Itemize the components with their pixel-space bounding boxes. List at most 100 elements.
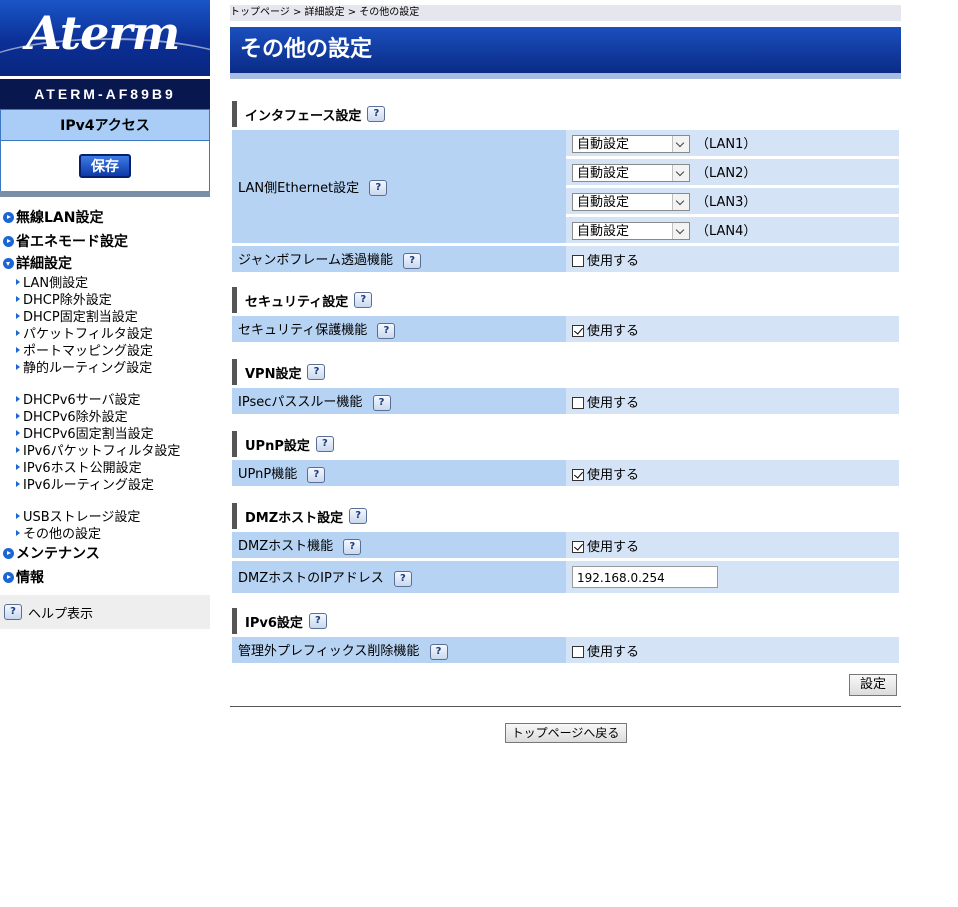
nav-info[interactable]: 情報 [0,565,210,589]
help-toggle[interactable]: ? ヘルプ表示 [0,595,210,629]
sidebar: Aterm ATERM-AF89B9 IPv4アクセス 保存 無線LAN設定 省… [0,0,210,629]
security-protect-checkbox[interactable] [572,325,584,337]
help-icon[interactable]: ? [403,252,422,269]
save-button[interactable]: 保存 [79,154,131,178]
triangle-icon [16,512,20,519]
section-title: UPnP設定 [245,438,310,454]
section-heading: IPv6設定 ? [232,608,901,634]
lan1-label: （LAN1） [696,136,757,152]
lan3-row: 自動設定 （LAN3） [566,188,899,214]
jumbo-frame-value: 使用する [566,246,899,272]
prefix-delete-checkbox[interactable] [572,646,584,658]
set-row: 設定 [230,674,901,696]
lan-ethernet-label: LAN側Ethernet設定 ? [232,130,566,243]
nav-wireless-lan[interactable]: 無線LAN設定 [0,205,210,229]
section-heading: DMZホスト設定 ? [232,503,901,529]
nav-sub-packet-filter[interactable]: パケットフィルタ設定 [0,324,210,342]
chevron-down-icon [672,165,689,182]
help-icon[interactable]: ? [307,466,326,483]
upnp-checkbox[interactable] [572,469,584,481]
lan2-row: 自動設定 （LAN2） [566,159,899,185]
nav-sub-ipv6-packet-filter[interactable]: IPv6パケットフィルタ設定 [0,441,210,459]
jumbo-frame-label: ジャンボフレーム透過機能 ? [232,246,566,272]
breadcrumb: トップページ > 詳細設定 > その他の設定 [230,5,901,21]
help-icon[interactable]: ? [393,570,412,587]
help-icon[interactable]: ? [349,508,368,524]
security-protect-value: 使用する [566,316,899,342]
section-title: IPv6設定 [245,615,303,631]
triangle-icon [16,446,20,453]
nav-sub-label: 静的ルーティング設定 [23,361,153,376]
triangle-icon [16,412,20,419]
triangle-icon [16,363,20,370]
lan4-select[interactable]: 自動設定 [572,222,690,241]
help-icon[interactable]: ? [429,643,448,660]
help-icon[interactable]: ? [369,180,388,197]
nav-sub-label: その他の設定 [23,527,102,542]
section-ipv6: IPv6設定 ? 管理外プレフィックス削除機能 ? 使用する [230,608,901,666]
aterm-logo[interactable]: Aterm [0,0,210,76]
section-dmz: DMZホスト設定 ? DMZホスト機能 ? 使用する DMZホストのIPアドレス… [230,503,901,596]
nav-sub-static-routing[interactable]: 静的ルーティング設定 [0,358,210,376]
nav-sub-port-mapping[interactable]: ポートマッピング設定 [0,341,210,359]
nav-sub-dhcp-exclude[interactable]: DHCP除外設定 [0,290,210,308]
ipsec-passthrough-checkbox[interactable] [572,397,584,409]
nav-sub-dhcpv6-fixed[interactable]: DHCPv6固定割当設定 [0,424,210,442]
set-button[interactable]: 設定 [849,674,897,696]
nav-sub-dhcp-fixed[interactable]: DHCP固定割当設定 [0,307,210,325]
lan2-label: （LAN2） [696,165,757,181]
nav-sub-lan[interactable]: LAN側設定 [0,273,210,291]
nav-sub-dhcpv6-exclude[interactable]: DHCPv6除外設定 [0,407,210,425]
nav-sub-usb-storage[interactable]: USBストレージ設定 [0,507,210,525]
dmz-host-checkbox[interactable] [572,541,584,553]
section-interface: インタフェース設定 ? LAN側Ethernet設定 ? 自動設定 （LAN1） … [230,101,901,275]
triangle-icon [16,529,20,536]
nav-sub-ipv6-routing[interactable]: IPv6ルーティング設定 [0,475,210,493]
arrow-right-icon [3,547,14,559]
device-name: ATERM-AF89B9 [0,79,210,109]
section-title: VPN設定 [245,366,302,382]
help-icon[interactable]: ? [372,394,391,411]
lan1-row: 自動設定 （LAN1） [566,130,899,156]
lan2-select[interactable]: 自動設定 [572,164,690,183]
nav-maintenance[interactable]: メンテナンス [0,541,210,565]
upnp-table: UPnP機能 ? 使用する [232,457,899,489]
section-security: セキュリティ設定 ? セキュリティ保護機能 ? 使用する [230,287,901,345]
nav-label: メンテナンス [16,546,100,562]
nav-sub-dhcpv6-server[interactable]: DHCPv6サーバ設定 [0,390,210,408]
help-icon[interactable]: ? [308,613,327,629]
jumbo-frame-checkbox[interactable] [572,255,584,267]
nav-eco-mode[interactable]: 省エネモード設定 [0,229,210,253]
chevron-down-icon [672,136,689,153]
nav-label: 情報 [16,570,44,586]
nav-sub-other-settings[interactable]: その他の設定 [0,524,210,542]
section-title: セキュリティ設定 [245,294,349,310]
triangle-icon [16,278,20,285]
dmz-ip-input[interactable]: 192.168.0.254 [572,566,718,588]
help-icon[interactable]: ? [354,292,373,308]
lan1-select[interactable]: 自動設定 [572,135,690,154]
help-icon[interactable]: ? [377,322,396,339]
lan4-row: 自動設定 （LAN4） [566,217,899,243]
ipsec-passthrough-value: 使用する [566,388,899,414]
section-upnp: UPnP設定 ? UPnP機能 ? 使用する [230,431,901,489]
section-heading: VPN設定 ? [232,359,901,385]
nav-label: 無線LAN設定 [16,210,104,226]
dmz-host-value: 使用する [566,532,899,558]
help-icon[interactable]: ? [307,364,326,380]
lan3-label: （LAN3） [696,194,757,210]
nav-sub-ipv6-host[interactable]: IPv6ホスト公開設定 [0,458,210,476]
help-icon[interactable]: ? [367,106,386,122]
logo-text: Aterm [26,6,180,60]
security-table: セキュリティ保護機能 ? 使用する [232,313,899,345]
nav-sub-label: IPv6ルーティング設定 [23,478,154,493]
dmz-ip-label: DMZホストのIPアドレス ? [232,561,566,593]
nav-label: 省エネモード設定 [16,234,128,250]
interface-table: LAN側Ethernet設定 ? 自動設定 （LAN1） 自動設定 （LAN2） 自… [232,127,899,275]
help-label: ヘルプ表示 [28,606,94,622]
lan3-select[interactable]: 自動設定 [572,193,690,212]
help-icon[interactable]: ? [343,538,362,555]
nav-advanced[interactable]: 詳細設定 [0,253,210,273]
help-icon[interactable]: ? [315,436,334,452]
back-to-top-button[interactable]: トップページへ戻る [504,723,627,743]
